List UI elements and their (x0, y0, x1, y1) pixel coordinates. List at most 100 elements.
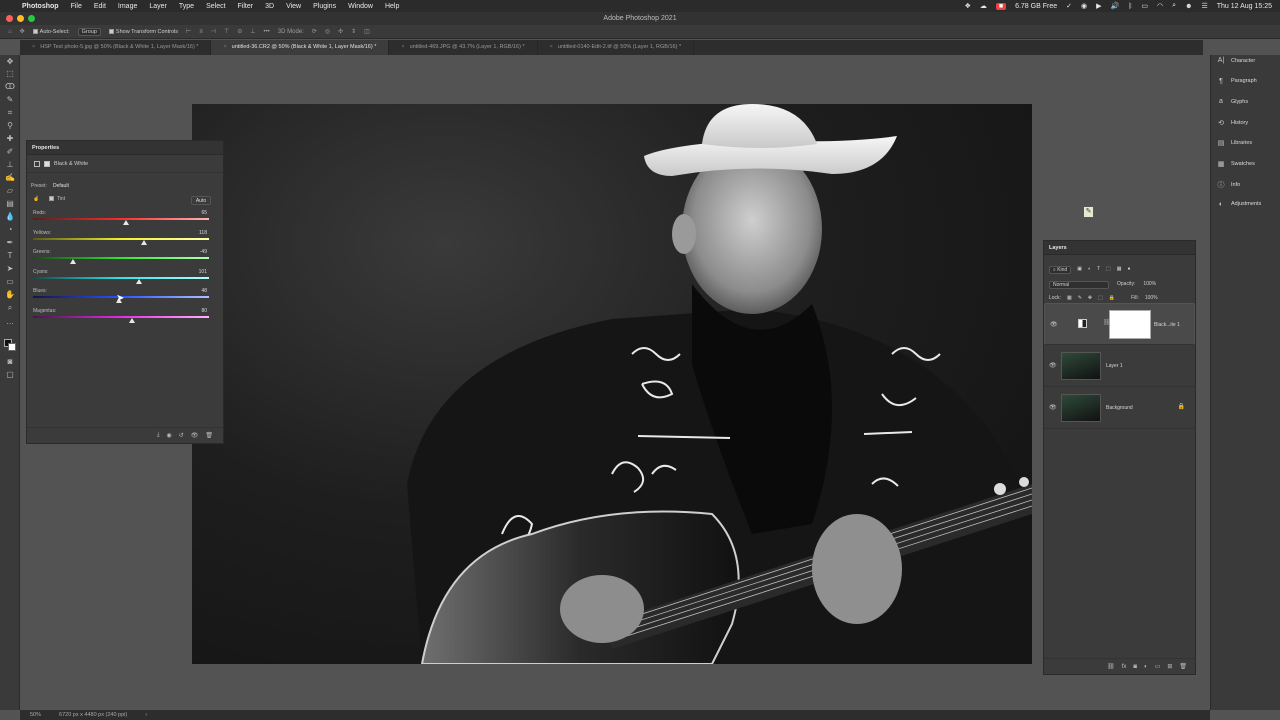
slider-thumb[interactable] (70, 259, 77, 264)
slider-thumb[interactable] (128, 317, 135, 323)
layers-title[interactable]: Layers (1044, 241, 1195, 255)
background-color-swatch[interactable] (8, 343, 16, 351)
auto-select-target[interactable]: Group (77, 27, 101, 36)
dock-item-glyphs[interactable]: a Glyphs (1217, 98, 1248, 105)
marquee-tool-icon[interactable]: ⬚ (4, 69, 16, 79)
tint-checkbox[interactable] (48, 196, 54, 202)
clip-to-layer-icon[interactable]: ⤓ (157, 432, 160, 439)
eyedropper-tool-icon[interactable]: ⚲ (4, 121, 16, 131)
history-brush-tool-icon[interactable]: ✍ (4, 173, 16, 183)
layer-row-black-white[interactable]: 👁 ⛓ Black...ite 1 (1044, 303, 1195, 345)
3d-slide-icon[interactable]: ⇕ (351, 28, 356, 35)
menu-type[interactable]: Type (179, 3, 194, 10)
menu-filter[interactable]: Filter (238, 3, 254, 10)
close-icon[interactable]: × (223, 44, 226, 50)
new-group-icon[interactable]: ▭ (1155, 663, 1161, 670)
wifi-icon[interactable]: ◠ (1157, 2, 1163, 10)
3d-orbit-icon[interactable]: ⟳ (312, 28, 317, 35)
auto-select-checkbox[interactable]: Auto-Select: (32, 29, 70, 35)
control-center-icon[interactable]: ☰ (1201, 2, 1207, 10)
move-tool-icon[interactable]: ✥ (4, 57, 16, 67)
menu-plugins[interactable]: Plugins (313, 3, 336, 10)
slider-value[interactable]: 65 (201, 210, 207, 216)
add-mask-icon[interactable]: ◙ (1133, 664, 1137, 670)
layer-style-icon[interactable]: fx (1122, 664, 1127, 670)
control-icon[interactable]: ◉ (1081, 2, 1087, 10)
3d-roll-icon[interactable]: ◎ (325, 28, 330, 35)
lock-pixels-icon[interactable]: ▦ (1067, 295, 1072, 301)
layer-name[interactable]: Layer 1 (1106, 363, 1123, 369)
dock-item-swatches[interactable]: ▦ Swatches (1217, 160, 1255, 168)
creative-cloud-icon[interactable]: ☁ (980, 2, 987, 10)
link-layers-icon[interactable]: ⛓ (1107, 663, 1115, 670)
slider-value[interactable]: 48 (201, 288, 207, 294)
menu-help[interactable]: Help (385, 3, 399, 10)
home-icon[interactable]: ⌂ (8, 29, 12, 35)
dock-item-adjustments[interactable]: ◐ Adjustments (1217, 201, 1261, 208)
crop-tool-icon[interactable]: ⌗ (4, 108, 16, 118)
menu-select[interactable]: Select (206, 3, 225, 10)
slider-value[interactable]: 101 (199, 269, 207, 275)
shape-tool-icon[interactable]: ▭ (4, 277, 16, 287)
close-icon[interactable]: × (401, 44, 404, 50)
check-icon[interactable]: ✓ (1066, 2, 1072, 10)
slider-track[interactable] (33, 257, 209, 259)
lock-all-icon[interactable]: 🔒 (1109, 295, 1115, 301)
quick-mask-icon[interactable]: ◙ (4, 357, 16, 367)
lock-artboard-icon[interactable]: ⬚ (1098, 295, 1103, 301)
preset-select[interactable]: Default (53, 183, 215, 189)
menu-3d[interactable]: 3D (265, 3, 274, 10)
menu-file[interactable]: File (71, 3, 82, 10)
close-window-button[interactable] (6, 15, 13, 22)
visibility-eye-icon[interactable]: 👁 (1050, 321, 1058, 328)
menu-layer[interactable]: Layer (149, 3, 167, 10)
user-icon[interactable]: ☻ (1185, 3, 1192, 10)
doc-tab[interactable]: × untitled-469.JPG @ 43.7% (Layer 1, RGB/… (389, 40, 538, 55)
zoom-window-button[interactable] (28, 15, 35, 22)
filter-pixel-icon[interactable]: ▣ (1077, 266, 1082, 274)
mask-icon[interactable] (44, 160, 50, 167)
filter-shape-icon[interactable]: ⬚ (1106, 266, 1111, 274)
properties-title[interactable]: Properties (27, 141, 223, 155)
layer-row-layer-1[interactable]: 👁 Layer 1 (1044, 345, 1195, 387)
kind-filter-select[interactable]: ⌕ Kind (1049, 266, 1072, 274)
quick-select-tool-icon[interactable]: ✎ (4, 95, 16, 105)
move-tool-icon[interactable]: ✥ (20, 28, 25, 35)
eraser-tool-icon[interactable]: ▱ (4, 186, 16, 196)
slider-thumb[interactable] (135, 278, 142, 284)
slider-value[interactable]: 118 (199, 230, 207, 236)
hand-tool-icon[interactable]: ✋ (4, 290, 16, 300)
layer-mask-thumbnail[interactable] (1109, 310, 1151, 339)
dropbox-icon[interactable]: ❖ (965, 2, 971, 10)
filter-type-icon[interactable]: T (1097, 266, 1100, 274)
3d-pan-icon[interactable]: ✣ (338, 28, 343, 35)
menu-app-name[interactable]: Photoshop (22, 3, 59, 10)
type-tool-icon[interactable]: T (4, 251, 16, 261)
volume-icon[interactable]: 🔊 (1110, 2, 1119, 10)
opacity-value[interactable]: 100% (1143, 281, 1156, 289)
menu-view[interactable]: View (286, 3, 301, 10)
menu-window[interactable]: Window (348, 3, 373, 10)
brush-tool-icon[interactable]: ✐ (4, 147, 16, 157)
new-layer-icon[interactable]: ⊞ (1167, 663, 1172, 670)
battery-icon[interactable]: ▭ (1141, 2, 1148, 10)
adjustment-layer-icon[interactable] (34, 160, 40, 167)
blend-mode-select[interactable]: Normal (1049, 281, 1109, 289)
bluetooth-icon[interactable]: ᛒ (1128, 3, 1132, 10)
targeted-adjust-icon[interactable]: ☝ (33, 196, 39, 202)
document-canvas[interactable] (192, 104, 1032, 664)
align-center-icon[interactable]: ≡ (199, 29, 203, 35)
doc-tab[interactable]: × HSP Test photo-5.jpg @ 50% (Black & Whi… (20, 40, 212, 55)
filter-toggle-icon[interactable]: ● (1128, 266, 1131, 274)
delete-layer-icon[interactable]: 🗑 (1179, 663, 1187, 670)
slider-value[interactable]: 80 (201, 308, 207, 314)
lock-position-icon[interactable]: ✥ (1088, 295, 1092, 301)
3d-camera-icon[interactable]: ◫ (364, 28, 370, 35)
dock-item-libraries[interactable]: ▤ Libraries (1217, 139, 1252, 147)
slider-value[interactable]: -49 (200, 249, 207, 255)
slider-thumb[interactable] (123, 220, 130, 225)
healing-brush-tool-icon[interactable]: ✚ (4, 134, 16, 144)
lasso-tool-icon[interactable]: ↀ (4, 82, 16, 92)
blur-tool-icon[interactable]: 💧 (4, 212, 16, 222)
slider-thumb[interactable] (140, 239, 147, 245)
